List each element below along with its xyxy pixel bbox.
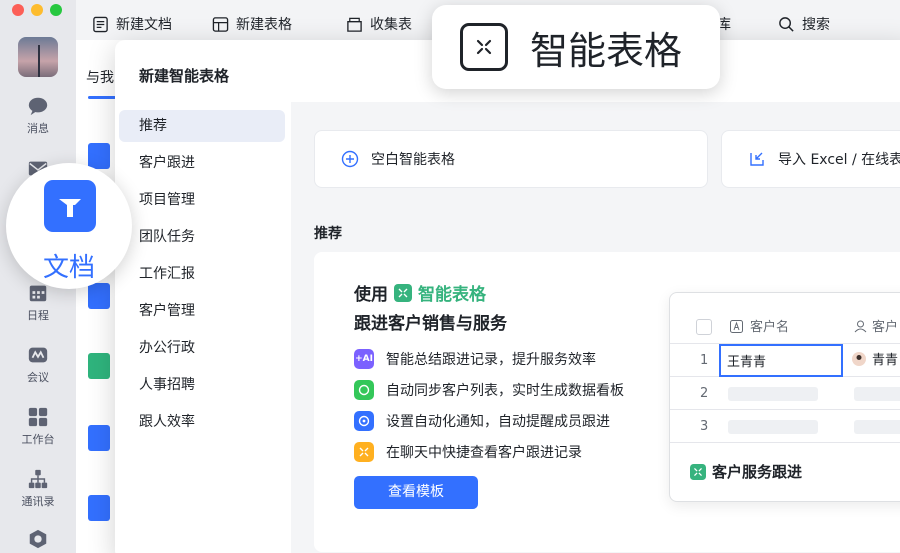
callout-label: 文档 bbox=[42, 253, 95, 283]
category-efficiency[interactable]: 跟人效率 bbox=[119, 406, 285, 438]
smart-sheet-icon bbox=[394, 283, 412, 302]
dock-item-apps[interactable] bbox=[0, 528, 76, 553]
doc-file-icon bbox=[88, 143, 110, 169]
dock-item-label: 日程 bbox=[27, 309, 49, 322]
doc-file-icon bbox=[88, 425, 110, 451]
promo-headline: 使用 智能表格 bbox=[354, 283, 486, 305]
dialog-title: 新建智能表格 bbox=[139, 67, 230, 85]
doc-file-icon bbox=[88, 283, 110, 309]
category-customer-follow[interactable]: 客户跟进 bbox=[119, 147, 285, 179]
chat-icon bbox=[354, 442, 374, 462]
docs-callout: 文档 bbox=[6, 163, 132, 289]
callout-label: 智能表格 bbox=[530, 28, 683, 73]
smart-sheet-callout: 智能表格 bbox=[432, 5, 720, 89]
feature-item: +AI 智能总结跟进记录，提升服务效率 bbox=[354, 349, 596, 369]
preview-row: 3 bbox=[670, 410, 900, 443]
collect-form-button[interactable]: 收集表 bbox=[346, 14, 412, 34]
avatar bbox=[852, 344, 866, 377]
new-sheet-button[interactable]: 新建表格 bbox=[212, 14, 292, 34]
dock-item-label: 消息 bbox=[27, 122, 49, 135]
placeholder-bar bbox=[854, 387, 900, 401]
preview-header-row: 客户名 客户 bbox=[670, 311, 900, 344]
smart-sheet-file-icon bbox=[88, 353, 110, 379]
docs-app-icon bbox=[44, 180, 96, 232]
feature-item: 自动同步客户列表，实时生成数据看板 bbox=[354, 380, 624, 400]
smart-sheet-icon bbox=[690, 463, 706, 480]
message-icon bbox=[28, 97, 48, 116]
placeholder-bar bbox=[854, 420, 900, 434]
collect-box-icon bbox=[347, 17, 362, 32]
new-doc-button[interactable]: 新建文档 bbox=[92, 14, 172, 34]
meeting-icon bbox=[28, 347, 48, 363]
avatar[interactable] bbox=[18, 37, 58, 77]
import-excel-button[interactable]: 导入 Excel / 在线表 bbox=[721, 130, 900, 188]
sheet-icon bbox=[212, 16, 229, 32]
recommend-section-title: 推荐 bbox=[314, 226, 342, 242]
category-office-admin[interactable]: 办公行政 bbox=[119, 332, 285, 364]
minimize-window-button[interactable] bbox=[31, 4, 43, 16]
preview-footer: 客户服务跟进 bbox=[690, 461, 802, 482]
dock-item-messages[interactable]: 消息 bbox=[0, 95, 76, 136]
dock-item-workplace[interactable]: 工作台 bbox=[0, 406, 76, 447]
cube-icon bbox=[29, 529, 47, 549]
search-icon bbox=[779, 16, 794, 32]
ai-icon: +AI bbox=[354, 349, 374, 369]
template-content: 空白智能表格 导入 Excel / 在线表 推荐 使用 智能表格 跟进客户销售与… bbox=[291, 102, 900, 553]
import-icon bbox=[750, 152, 764, 166]
blank-smart-sheet-button[interactable]: 空白智能表格 bbox=[314, 130, 708, 188]
new-smart-sheet-dialog: 新建智能表格 推荐 客户跟进 项目管理 团队任务 工作汇报 客户管理 办公行政 … bbox=[115, 40, 900, 553]
feature-item: 设置自动化通知，自动提醒成员跟进 bbox=[354, 411, 610, 431]
selected-cell: 王青青 bbox=[719, 344, 843, 377]
doc-icon bbox=[93, 16, 108, 32]
category-project-management[interactable]: 项目管理 bbox=[119, 184, 285, 216]
window-controls bbox=[12, 4, 62, 16]
calendar-icon bbox=[29, 285, 47, 302]
preview-row: 1 王青青 青青 bbox=[670, 344, 900, 377]
search-button[interactable]: 搜索 bbox=[778, 14, 830, 34]
preview-row: 2 bbox=[670, 377, 900, 410]
dock-item-contacts[interactable]: 通讯录 bbox=[0, 468, 76, 509]
dock-item-meeting[interactable]: 会议 bbox=[0, 344, 76, 385]
person-field-icon bbox=[854, 311, 867, 344]
category-work-report[interactable]: 工作汇报 bbox=[119, 258, 285, 290]
dock-item-label: 工作台 bbox=[21, 433, 55, 446]
notify-icon bbox=[354, 411, 374, 431]
text-field-icon bbox=[730, 311, 743, 344]
column-header: 客户名 bbox=[750, 320, 790, 335]
workplace-icon bbox=[28, 407, 48, 427]
tab-shared-with-me[interactable]: 与我 bbox=[86, 67, 114, 87]
smart-sheet-icon bbox=[460, 23, 508, 71]
category-recommend[interactable]: 推荐 bbox=[119, 110, 285, 142]
promo-card[interactable]: 使用 智能表格 跟进客户销售与服务 +AI 智能总结跟进记录，提升服务效率 自动… bbox=[314, 252, 900, 552]
plus-circle-icon bbox=[341, 150, 359, 168]
category-hr-recruiting[interactable]: 人事招聘 bbox=[119, 369, 285, 401]
promo-subheadline: 跟进客户销售与服务 bbox=[354, 314, 507, 334]
feature-item: 在聊天中快捷查看客户跟进记录 bbox=[354, 442, 582, 462]
view-template-button[interactable]: 查看模板 bbox=[354, 476, 478, 509]
category-team-tasks[interactable]: 团队任务 bbox=[119, 221, 285, 253]
doc-file-icon bbox=[88, 495, 110, 521]
placeholder-bar bbox=[728, 420, 818, 434]
placeholder-bar bbox=[728, 387, 818, 401]
dock-item-label: 会议 bbox=[27, 371, 49, 384]
select-all-checkbox bbox=[696, 319, 712, 335]
template-preview: 客户名 客户 1 王青青 青青 2 3 客户服务跟进 bbox=[669, 292, 900, 502]
contacts-icon bbox=[28, 469, 48, 489]
column-header: 客户 bbox=[872, 320, 899, 335]
category-customer-management[interactable]: 客户管理 bbox=[119, 295, 285, 327]
sync-icon bbox=[354, 380, 374, 400]
active-tab-indicator bbox=[88, 96, 116, 99]
template-category-sidebar: 推荐 客户跟进 项目管理 团队任务 工作汇报 客户管理 办公行政 人事招聘 跟人… bbox=[115, 102, 291, 553]
close-window-button[interactable] bbox=[12, 4, 24, 16]
dock-item-label: 通讯录 bbox=[21, 495, 55, 508]
maximize-window-button[interactable] bbox=[50, 4, 62, 16]
